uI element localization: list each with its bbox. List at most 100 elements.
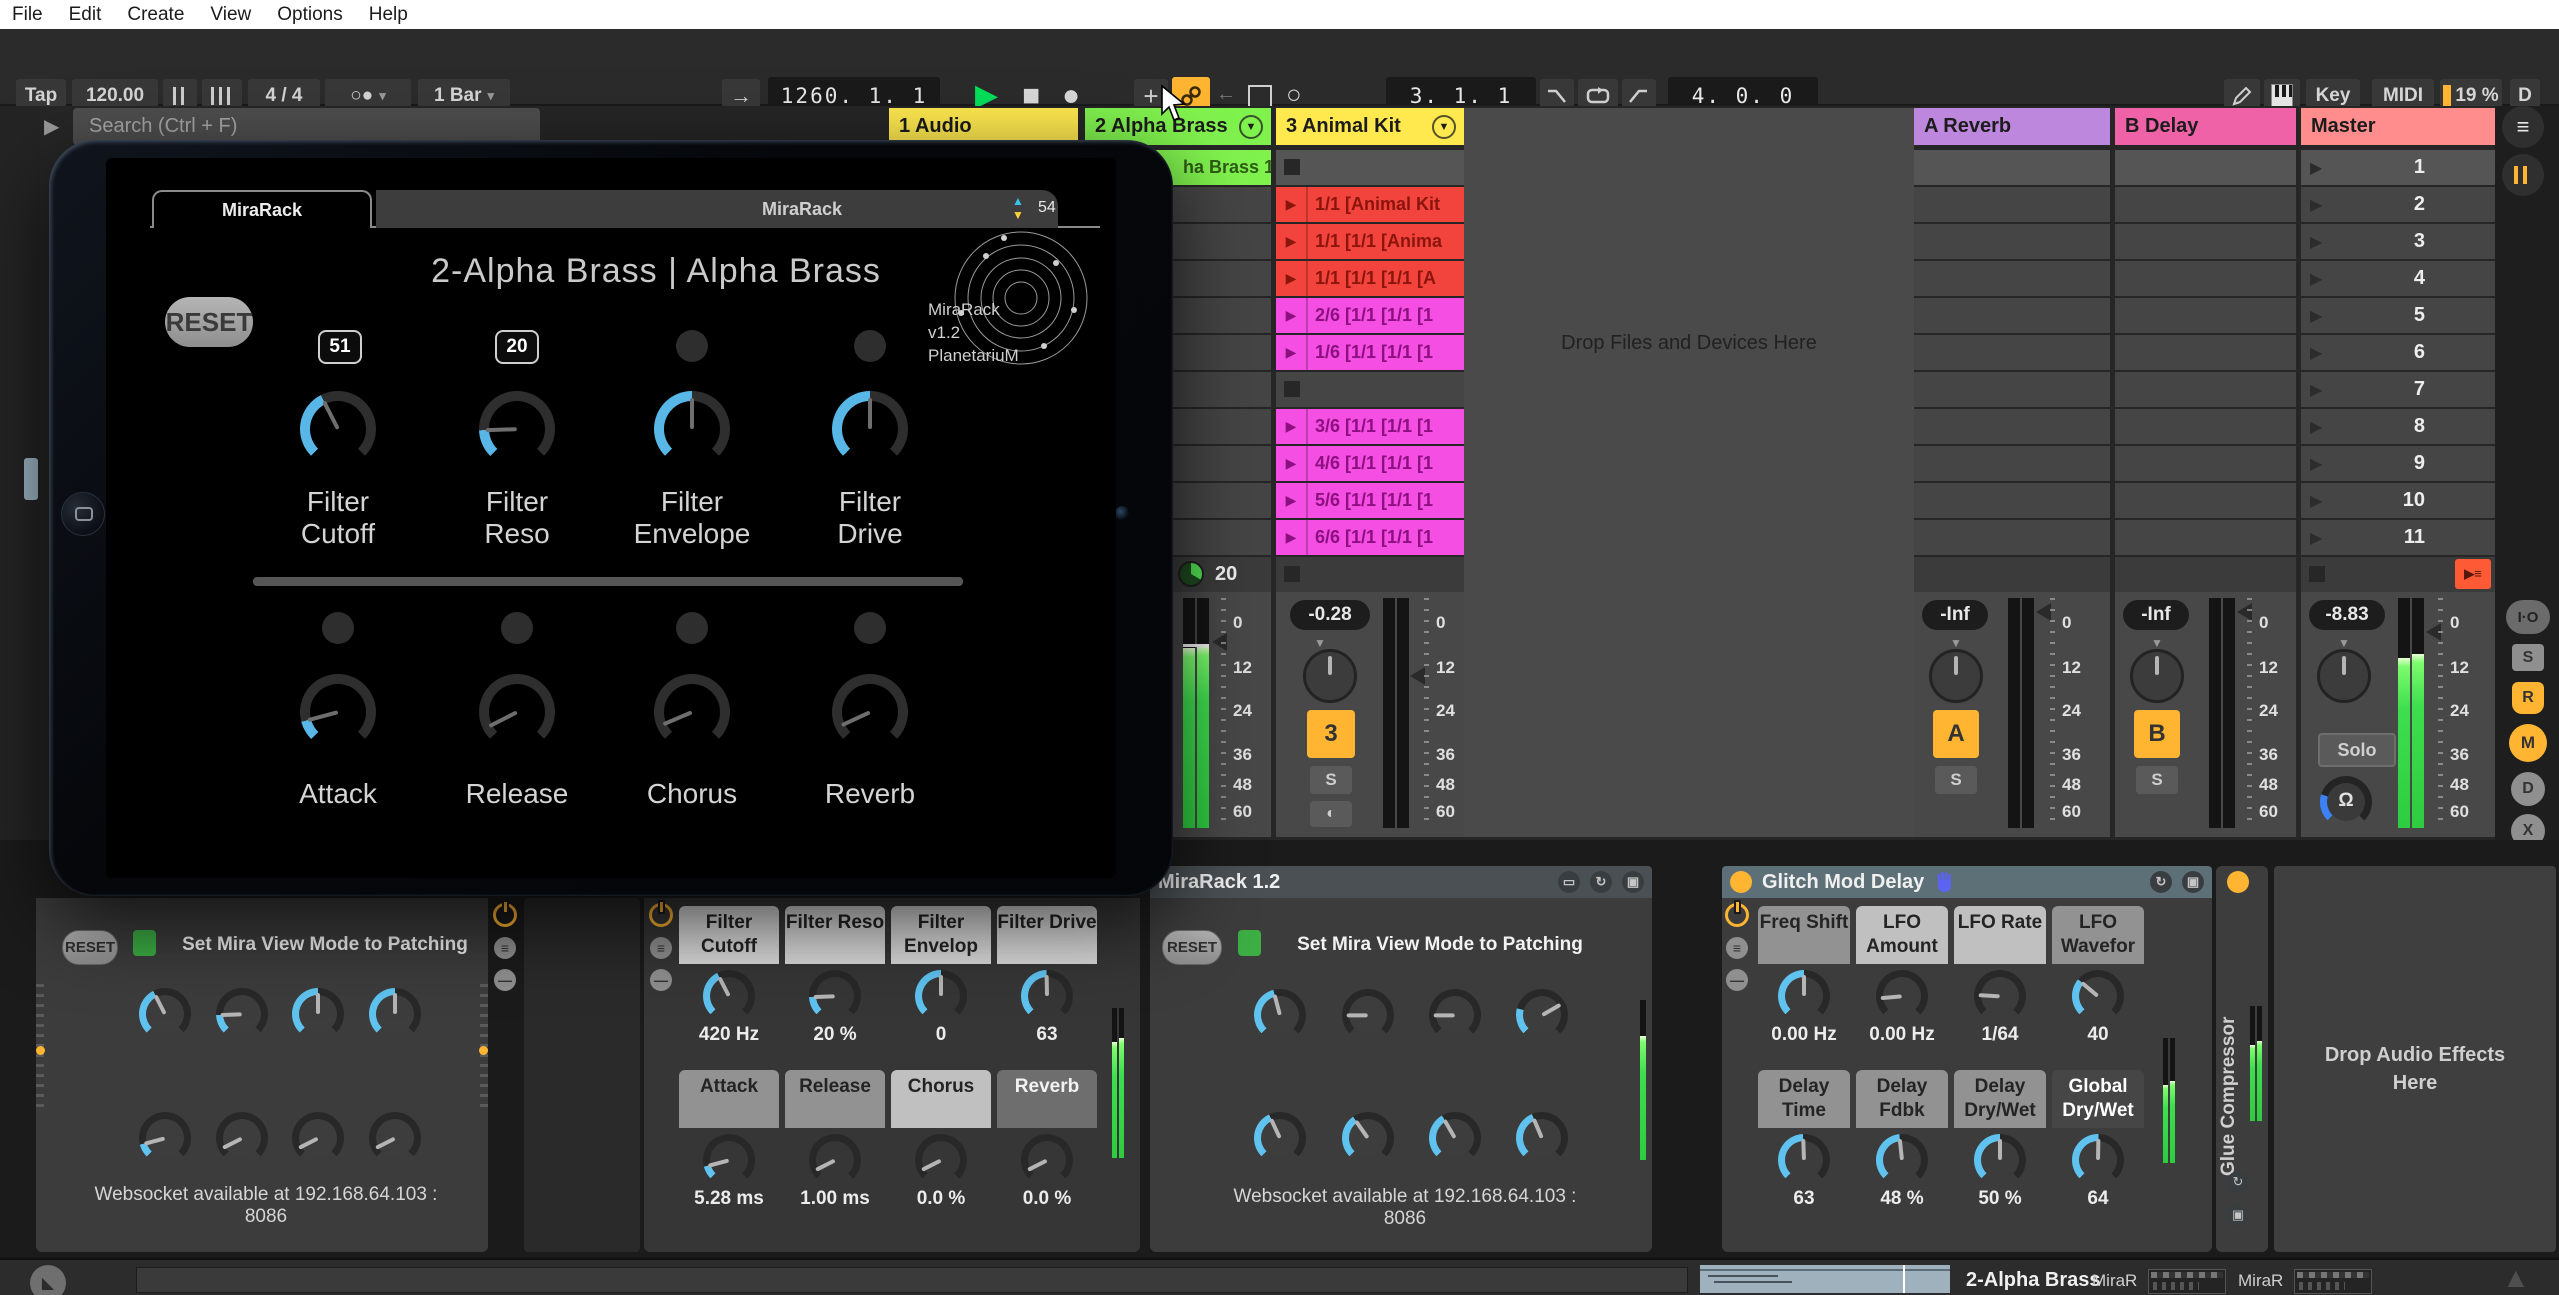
clip-play-icon[interactable]: ▶ (1276, 335, 1308, 370)
io-section-button[interactable]: I·O (2506, 600, 2550, 634)
scene-row[interactable]: ▶6 (2301, 335, 2495, 370)
hot-swap-icon[interactable]: ↻ (2227, 1171, 2249, 1193)
mira-knob[interactable] (369, 1112, 421, 1164)
scene-row[interactable]: ▶10 (2301, 483, 2495, 518)
device-activator-icon[interactable] (649, 903, 673, 927)
clip-slot[interactable] (1914, 483, 2110, 518)
clip-slot[interactable] (2115, 224, 2296, 259)
macro-value[interactable]: 50 % (1954, 1188, 2046, 1210)
macro-value[interactable]: 1/64 (1954, 1024, 2046, 1046)
drop-audio-effects-panel[interactable]: Drop Audio Effects Here (2274, 866, 2556, 1252)
back-arrow-icon[interactable]: ← (1216, 83, 1236, 106)
menu-create[interactable]: Create (127, 4, 184, 26)
scene-play-icon[interactable]: ▶ (2310, 454, 2322, 474)
browser-scrollbar[interactable] (24, 458, 38, 500)
macro-knob[interactable] (809, 970, 861, 1022)
solo-button[interactable]: S (2136, 766, 2178, 794)
round-button[interactable] (854, 330, 886, 362)
solo-button[interactable]: S (1935, 766, 1977, 794)
clip-slot[interactable] (1914, 446, 2110, 481)
stop-all-clips-slot[interactable]: ▶≡ (2301, 557, 2495, 592)
info-toggle-button[interactable]: ◣ (30, 1265, 66, 1295)
filter-envelope-knob[interactable] (654, 391, 730, 467)
arrow-up-icon[interactable]: ▲ (1012, 194, 1024, 208)
chevron-down-icon[interactable]: ▼ (1239, 115, 1263, 139)
scene-play-icon[interactable]: ▶ (2310, 195, 2322, 215)
mira-knob[interactable] (1342, 1112, 1394, 1164)
hot-swap-icon[interactable]: ↻ (2150, 871, 2172, 893)
macro-label[interactable]: LFO Amount (1856, 906, 1948, 964)
scene-play-icon[interactable]: ▶ (2310, 417, 2322, 437)
macro-knob[interactable] (915, 1134, 967, 1186)
clip-slot[interactable] (1914, 187, 2110, 222)
solo-button[interactable]: S (1310, 766, 1352, 794)
macro-label[interactable]: Delay Fdbk (1856, 1070, 1948, 1128)
macro-label[interactable]: Filter Drive (997, 906, 1097, 964)
chain-list-icon[interactable]: ≡ (1726, 937, 1748, 959)
reverb-knob[interactable] (832, 674, 908, 750)
clip-slot[interactable] (2115, 446, 2296, 481)
scene-play-icon[interactable]: ▶ (2310, 158, 2322, 178)
track-header-master[interactable]: Master (2301, 108, 2495, 145)
chevron-down-icon[interactable]: ▼ (1432, 115, 1456, 139)
clip-slot[interactable] (2115, 150, 2296, 185)
arrow-down-icon[interactable]: ▼ (1012, 208, 1024, 222)
clip-slot[interactable] (1914, 224, 2110, 259)
round-button[interactable] (501, 612, 533, 644)
macro-knob[interactable] (1021, 970, 1073, 1022)
delay-section-button[interactable]: D (2511, 772, 2545, 806)
scene-play-icon[interactable]: ▶ (2310, 232, 2322, 252)
map-icon[interactable]: ▭ (1558, 871, 1580, 893)
clip-slot[interactable] (1276, 150, 1464, 185)
menu-options[interactable]: Options (277, 4, 342, 26)
track-header-reverb[interactable]: A Reverb (1914, 108, 2110, 145)
scene-play-icon[interactable]: ▶ (2310, 306, 2322, 326)
clip-slot[interactable] (1914, 409, 2110, 444)
clip-slot[interactable] (2115, 335, 2296, 370)
mira-knob[interactable] (1429, 1112, 1481, 1164)
macro-label[interactable]: Chorus (891, 1070, 991, 1128)
macro-label[interactable]: LFO Wavefor (2052, 906, 2144, 964)
round-button[interactable] (676, 330, 708, 362)
device-activator-icon[interactable] (2227, 871, 2249, 893)
pan-knob[interactable] (2317, 649, 2371, 703)
scene-row[interactable]: ▶11 (2301, 520, 2495, 555)
macro-label[interactable]: Filter Envelop (891, 906, 991, 964)
pan-knob[interactable] (1929, 649, 1983, 703)
macro-value[interactable]: 64 (2052, 1188, 2144, 1210)
clip-slot[interactable] (1914, 261, 2110, 296)
clip-slot[interactable] (1276, 372, 1464, 407)
macro-knob[interactable] (1974, 970, 2026, 1022)
scene-row[interactable]: ▶3 (2301, 224, 2495, 259)
macro-value[interactable]: 40 (2052, 1024, 2144, 1046)
macro-label[interactable]: Filter Reso (785, 906, 885, 964)
scene-row[interactable]: ▶8 (2301, 409, 2495, 444)
clip-animal[interactable]: ▶ 1/1 [1/1 [Anima (1276, 224, 1464, 259)
clip-slot[interactable] (2115, 409, 2296, 444)
pan-knob[interactable] (1303, 649, 1357, 703)
round-button[interactable] (854, 612, 886, 644)
macro-knob[interactable] (1876, 970, 1928, 1022)
mira-knob[interactable] (292, 988, 344, 1040)
scene-row[interactable]: ▶5 (2301, 298, 2495, 333)
fold-icon[interactable]: — (1726, 969, 1748, 991)
volume-marker[interactable] (2036, 603, 2051, 621)
clip-overview[interactable] (1700, 1265, 1950, 1293)
track-header-delay[interactable]: B Delay (2115, 108, 2296, 145)
chain-list-icon[interactable]: ≡ (494, 937, 516, 959)
mira-toggle[interactable] (133, 930, 156, 956)
clip-animal[interactable]: ▶ 5/6 [1/1 [1/1 [1 (1276, 483, 1464, 518)
mira-knob[interactable] (1342, 989, 1394, 1041)
scene-row[interactable]: ▶2 (2301, 187, 2495, 222)
clip-play-icon[interactable]: ▶ (1276, 520, 1308, 555)
device-title-mirarack-12[interactable]: MiraRack 1.2 ▭ ↻ ▣ (1150, 866, 1652, 898)
macro-value[interactable]: 0.0 % (891, 1188, 991, 1210)
volume-field[interactable]: -8.83 (2309, 600, 2385, 630)
chorus-knob[interactable] (654, 674, 730, 750)
clip-animal[interactable]: ▶ 2/6 [1/1 [1/1 [1 (1276, 298, 1464, 333)
clip-slot[interactable] (2115, 520, 2296, 555)
scene-play-icon[interactable]: ▶ (2310, 343, 2322, 363)
clip-play-icon[interactable]: ▶ (1276, 409, 1308, 444)
clip-slot[interactable] (1914, 372, 2110, 407)
return-activator-button[interactable]: A (1933, 710, 1979, 758)
